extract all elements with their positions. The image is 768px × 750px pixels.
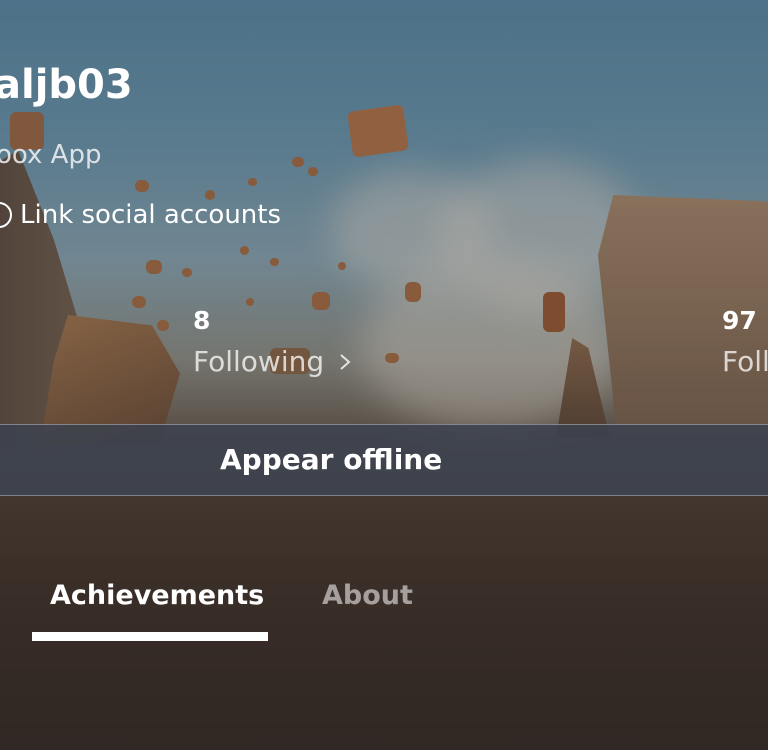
following-label: Following [193, 345, 325, 378]
circle-icon [0, 202, 12, 228]
appear-offline-button[interactable]: Appear offline [0, 424, 768, 496]
tab-about[interactable]: About [322, 580, 413, 611]
followers-count: 97 [722, 306, 757, 335]
tab-achievements[interactable]: Achievements [50, 580, 264, 611]
following-count: 8 [193, 306, 211, 335]
followers-stat[interactable]: 97 Follo [722, 306, 768, 378]
following-stat[interactable]: 8 Following [193, 306, 352, 378]
followers-label: Follo [722, 345, 768, 378]
appear-offline-label: Appear offline [220, 443, 443, 476]
tab-selected-indicator [32, 632, 268, 641]
profile-screen: aljb03 oox App Link social accounts 8 Fo… [0, 0, 768, 750]
link-social-label: Link social accounts [20, 200, 282, 230]
profile-tabs: Achievements About [0, 580, 768, 650]
link-social-accounts-link[interactable]: Link social accounts [0, 200, 281, 230]
gamertag: aljb03 [0, 62, 133, 108]
app-label: oox App [0, 140, 102, 170]
chevron-right-icon [340, 353, 351, 370]
